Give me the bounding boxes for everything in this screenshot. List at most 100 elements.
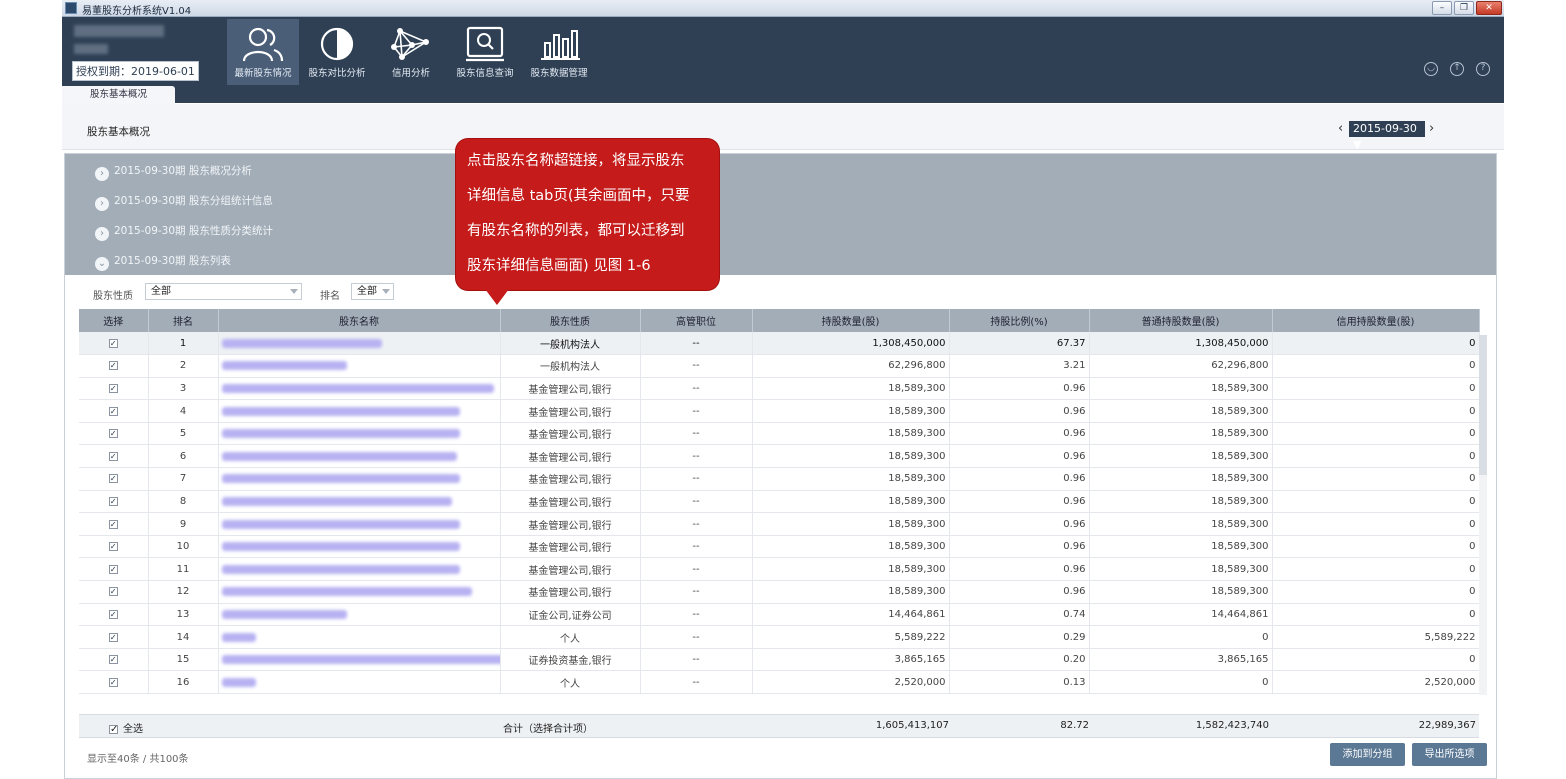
shareholder-name-link[interactable] bbox=[218, 535, 501, 559]
col-header-normal-shares[interactable]: 普通持股数量(股) bbox=[1089, 309, 1273, 332]
table-row[interactable]: ✓ 15 证券投资基金,银行 -- 3,865,165 0.20 3,865,165 0 bbox=[79, 648, 1480, 672]
table-row[interactable]: ✓ 5 基金管理公司,银行 -- 18,589,300 0.96 18,589,300 0 bbox=[79, 422, 1480, 446]
redacted-name[interactable] bbox=[221, 564, 460, 574]
redacted-name[interactable] bbox=[221, 609, 347, 619]
redacted-name[interactable] bbox=[221, 587, 472, 597]
table-row[interactable]: ✓ 3 基金管理公司,银行 -- 18,589,300 0.96 18,589,300 0 bbox=[79, 377, 1480, 401]
help-icon[interactable]: ? bbox=[1476, 62, 1490, 76]
table-row[interactable]: ✓ 6 基金管理公司,银行 -- 18,589,300 0.96 18,589,300 0 bbox=[79, 444, 1480, 469]
checkbox[interactable]: ✓ bbox=[108, 677, 118, 687]
shareholder-name-link[interactable] bbox=[218, 580, 501, 604]
redacted-name[interactable] bbox=[221, 632, 256, 642]
tab-shareholder-overview[interactable]: 股东基本概况 bbox=[62, 86, 175, 104]
row-select-cell[interactable]: ✓ bbox=[79, 603, 149, 627]
row-select-cell[interactable]: ✓ bbox=[79, 625, 149, 649]
accordion-shareholder-list[interactable]: ⌄ 2015-09-30期 股东列表 bbox=[95, 253, 231, 271]
checkbox[interactable]: ✓ bbox=[108, 496, 118, 506]
nav-shareholder-compare[interactable]: 股东对比分析 bbox=[301, 19, 373, 85]
date-next-button[interactable]: › bbox=[1429, 121, 1434, 136]
add-to-group-button[interactable]: 添加到分组 bbox=[1330, 743, 1405, 766]
date-prev-button[interactable]: ‹ bbox=[1338, 121, 1343, 136]
table-scrollbar-thumb[interactable] bbox=[1479, 335, 1487, 475]
shareholder-name-link[interactable] bbox=[218, 377, 501, 401]
shareholder-name-link[interactable] bbox=[218, 422, 501, 446]
row-select-cell[interactable]: ✓ bbox=[79, 580, 149, 604]
table-row[interactable]: ✓ 13 证金公司,证券公司 -- 14,464,861 0.74 14,464,861 0 bbox=[79, 603, 1480, 627]
shareholder-name-link[interactable] bbox=[218, 625, 501, 649]
shareholder-name-link[interactable] bbox=[218, 467, 501, 491]
table-row[interactable]: ✓ 10 基金管理公司,银行 -- 18,589,300 0.96 18,589,300 0 bbox=[79, 535, 1480, 559]
redacted-name[interactable] bbox=[221, 542, 460, 552]
accordion-group-stats[interactable]: › 2015-09-30期 股东分组统计信息 bbox=[95, 193, 273, 211]
checkbox[interactable]: ✓ bbox=[108, 383, 118, 393]
rank-filter-select[interactable]: 全部 bbox=[351, 283, 394, 300]
col-header-ratio[interactable]: 持股比例(%) bbox=[949, 309, 1090, 332]
table-row[interactable]: ✓ 14 个人 -- 5,589,222 0.29 0 5,589,222 bbox=[79, 625, 1480, 649]
user-icon[interactable]: ◡ bbox=[1424, 62, 1438, 76]
redacted-name[interactable] bbox=[221, 519, 460, 529]
shareholder-name-link[interactable] bbox=[218, 670, 501, 694]
table-row[interactable]: ✓ 2 一般机构法人 -- 62,296,800 3.21 62,296,800 0 bbox=[79, 354, 1480, 378]
col-header-nature[interactable]: 股东性质 bbox=[500, 309, 641, 332]
shareholder-name-link[interactable] bbox=[218, 354, 501, 378]
col-header-shares[interactable]: 持股数量(股) bbox=[752, 309, 950, 332]
col-header-rank[interactable]: 排名 bbox=[148, 309, 219, 332]
redacted-name[interactable] bbox=[221, 338, 382, 348]
checkbox[interactable]: ✓ bbox=[108, 406, 118, 416]
accordion-overview[interactable]: › 2015-09-30期 股东概况分析 bbox=[95, 163, 252, 181]
row-select-cell[interactable]: ✓ bbox=[79, 422, 149, 446]
redacted-name[interactable] bbox=[221, 361, 347, 371]
table-row[interactable]: ✓ 8 基金管理公司,银行 -- 18,589,300 0.96 18,589,300 0 bbox=[79, 490, 1480, 514]
shareholder-name-link[interactable] bbox=[218, 490, 501, 514]
row-select-cell[interactable]: ✓ bbox=[79, 490, 149, 514]
row-select-cell[interactable]: ✓ bbox=[79, 444, 149, 469]
redacted-name[interactable] bbox=[221, 406, 460, 416]
shareholder-name-link[interactable] bbox=[218, 332, 501, 356]
redacted-name[interactable] bbox=[221, 496, 452, 506]
shareholder-name-link[interactable] bbox=[218, 444, 501, 469]
table-row[interactable]: ✓ 1 一般机构法人 -- 1,308,450,000 67.37 1,308,450,00… bbox=[79, 332, 1480, 356]
nav-latest-shareholders[interactable]: 最新股东情况 bbox=[227, 19, 299, 85]
table-row[interactable]: ✓ 11 基金管理公司,银行 -- 18,589,300 0.96 18,589,300 0 bbox=[79, 557, 1480, 582]
redacted-name[interactable] bbox=[221, 383, 494, 393]
checkbox[interactable]: ✓ bbox=[108, 542, 118, 552]
table-row[interactable]: ✓ 16 个人 -- 2,520,000 0.13 0 2,520,000 bbox=[79, 670, 1480, 694]
table-row[interactable]: ✓ 9 基金管理公司,银行 -- 18,589,300 0.96 18,589,300 0 bbox=[79, 512, 1480, 536]
table-row[interactable]: ✓ 12 基金管理公司,银行 -- 18,589,300 0.96 18,589,300 0 bbox=[79, 580, 1480, 604]
row-select-cell[interactable]: ✓ bbox=[79, 399, 149, 423]
nav-credit-analysis[interactable]: 信用分析 bbox=[375, 19, 447, 85]
row-select-cell[interactable]: ✓ bbox=[79, 648, 149, 672]
table-row[interactable]: ✓ 7 基金管理公司,银行 -- 18,589,300 0.96 18,589,300 0 bbox=[79, 467, 1480, 491]
row-select-cell[interactable]: ✓ bbox=[79, 670, 149, 694]
col-header-credit-shares[interactable]: 信用持股数量(股) bbox=[1272, 309, 1480, 332]
minimize-button[interactable]: – bbox=[1432, 1, 1452, 15]
col-header-position[interactable]: 高管职位 bbox=[640, 309, 753, 332]
checkbox[interactable]: ✓ bbox=[108, 451, 118, 461]
shareholder-name-link[interactable] bbox=[218, 557, 501, 582]
row-select-cell[interactable]: ✓ bbox=[79, 512, 149, 536]
upload-icon[interactable]: ↑ bbox=[1450, 62, 1464, 76]
row-select-cell[interactable]: ✓ bbox=[79, 377, 149, 401]
checkbox[interactable]: ✓ bbox=[109, 725, 118, 735]
row-select-cell[interactable]: ✓ bbox=[79, 557, 149, 582]
redacted-name[interactable] bbox=[221, 451, 457, 461]
col-header-name[interactable]: 股东名称 bbox=[218, 309, 501, 332]
checkbox[interactable]: ✓ bbox=[108, 361, 118, 371]
date-select[interactable]: 2015-09-30 ▼ bbox=[1349, 121, 1425, 151]
shareholder-name-link[interactable] bbox=[218, 399, 501, 423]
checkbox[interactable]: ✓ bbox=[108, 655, 118, 665]
close-button[interactable]: ✕ bbox=[1476, 1, 1502, 15]
shareholder-name-link[interactable] bbox=[218, 648, 501, 672]
restore-button[interactable]: ❐ bbox=[1454, 1, 1474, 15]
row-select-cell[interactable]: ✓ bbox=[79, 332, 149, 356]
row-select-cell[interactable]: ✓ bbox=[79, 467, 149, 491]
checkbox[interactable]: ✓ bbox=[108, 609, 118, 619]
checkbox[interactable]: ✓ bbox=[108, 474, 118, 484]
checkbox[interactable]: ✓ bbox=[108, 338, 118, 348]
shareholder-name-link[interactable] bbox=[218, 512, 501, 536]
checkbox[interactable]: ✓ bbox=[108, 519, 118, 529]
checkbox[interactable]: ✓ bbox=[108, 587, 118, 597]
export-selected-button[interactable]: 导出所选项 bbox=[1412, 743, 1487, 766]
accordion-nature-stats[interactable]: › 2015-09-30期 股东性质分类统计 bbox=[95, 223, 273, 241]
redacted-name[interactable] bbox=[221, 474, 460, 484]
